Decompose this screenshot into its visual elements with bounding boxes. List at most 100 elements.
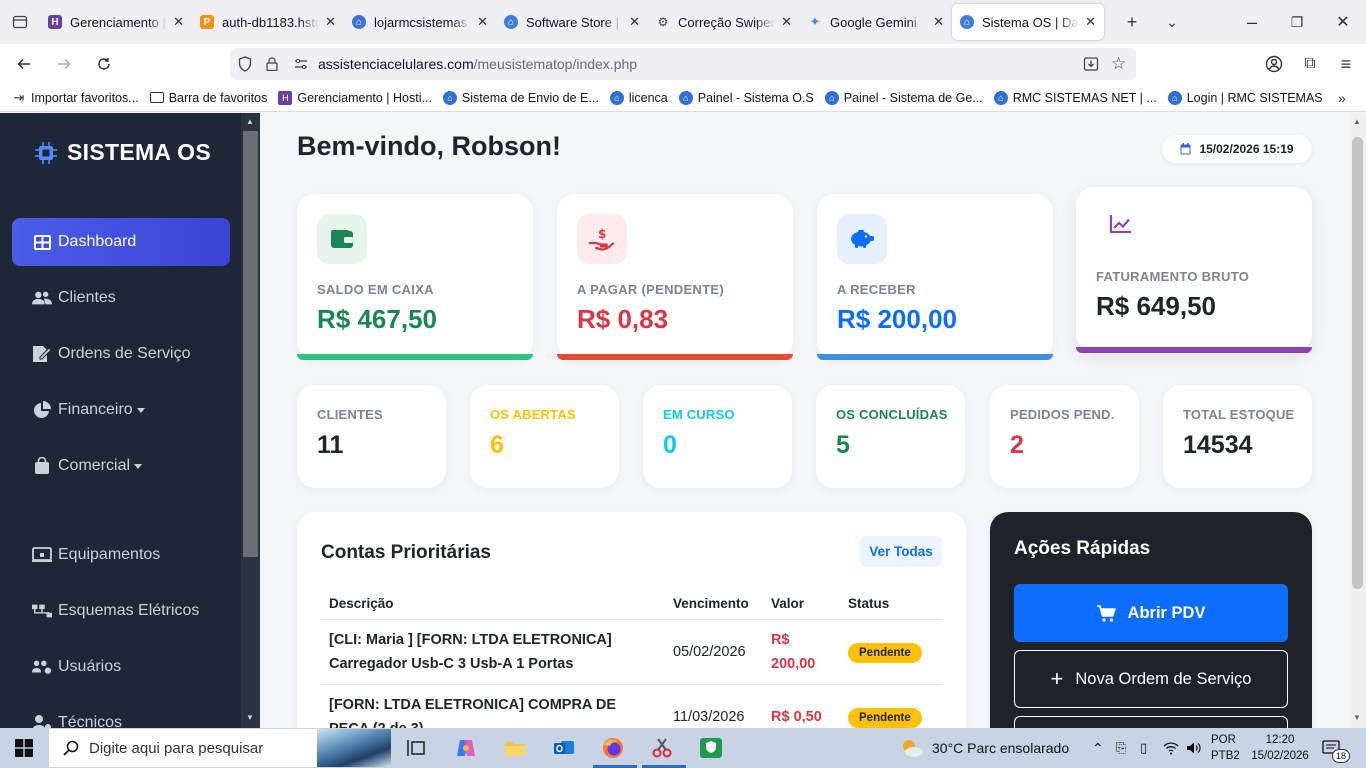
close-window-button[interactable]: ✕ (1323, 0, 1363, 44)
cart-icon (1096, 604, 1116, 622)
contas-prioritarias-card: Contas Prioritárias Ver Todas Descrição … (297, 512, 966, 728)
sidebar-item-label: Comercial (58, 457, 131, 474)
laptop-icon (32, 547, 52, 563)
sidebar-item-dashboard[interactable]: Dashboard (12, 218, 230, 266)
nova-os-button[interactable]: + Nova Ordem de Serviço (1014, 650, 1288, 708)
bookmark-item[interactable]: H Gerenciamento | Hosti... (278, 90, 432, 105)
tray-network-drive-icon[interactable]: ⎘ (1116, 728, 1126, 768)
scroll-down-icon[interactable]: ▼ (246, 713, 254, 722)
back-button[interactable] (6, 46, 42, 82)
bookmark-item[interactable]: Barra de favoritos (149, 90, 268, 105)
browser-tab[interactable]: H Gerenciamento | H ✕ (40, 4, 192, 40)
browser-tab[interactable]: ⚙ Correção Swiper I ✕ (648, 4, 800, 40)
page-scrollbar-thumb[interactable] (1352, 137, 1363, 589)
sidebar-scrollbar[interactable]: ▲ ▼ (241, 113, 260, 728)
clock-time: 12:20 (1265, 734, 1295, 746)
address-bar[interactable]: assistenciacelulares.com/meusistematop/i… (230, 48, 1136, 80)
status-badge: Pendente (848, 643, 922, 663)
sidebar-item-comercial[interactable]: Comercial (12, 442, 230, 490)
page-scroll-up-icon[interactable]: ▲ (1353, 117, 1361, 126)
bookmark-item[interactable]: ⌂ licenca (609, 90, 668, 105)
sidebar-item-clientes[interactable]: Clientes (12, 274, 230, 322)
bookmark-item[interactable]: ⌂ Login | RMC SISTEMAS (1167, 90, 1323, 105)
notification-center-icon[interactable]: 18 (1322, 728, 1351, 768)
stat-value: 2 (1010, 431, 1024, 459)
ver-todas-button[interactable]: Ver Todas (860, 536, 942, 567)
tab-list-chevron-icon[interactable]: ⌄ (1152, 0, 1192, 44)
account-icon[interactable] (1256, 46, 1292, 82)
minimize-button[interactable]: – (1232, 0, 1272, 44)
browser-tab[interactable]: ⌂ Sistema OS | Dash ✕ (952, 4, 1104, 40)
sidebar-item-usu-rios[interactable]: Usuários (12, 643, 230, 691)
browser-tab[interactable]: ✦ Google Gemini ✕ (800, 4, 952, 40)
windows-start-icon[interactable] (0, 728, 48, 768)
sidebar-item-ordens-de-servi-o[interactable]: Ordens de Serviço (12, 330, 230, 378)
bookmark-label: Painel - Sistema O.S (697, 90, 814, 105)
outlook-icon[interactable] (550, 734, 578, 762)
bookmarks-overflow-chevron-icon[interactable]: » (1338, 90, 1346, 106)
bookmark-label: Sistema de Envio de E... (461, 90, 599, 105)
tab-close-icon[interactable]: ✕ (781, 14, 792, 30)
browser-tab[interactable]: Pauth-db1183.hstg ✕ (192, 4, 344, 40)
task-view-icon[interactable] (403, 734, 431, 762)
abrir-pdv-button[interactable]: Abrir PDV (1014, 584, 1288, 642)
star-bookmark-icon[interactable]: ☆ (1111, 54, 1126, 74)
bookmark-item[interactable]: ⌂ Painel - Sistema de Ge... (824, 90, 983, 105)
sidebar-item-equipamentos[interactable]: Equipamentos (12, 531, 230, 579)
sidebar-item-t-cnicos[interactable]: Técnicos (12, 699, 230, 728)
windows-taskbar: Digite aqui para pesquisar 30°C Parc ens… (0, 728, 1366, 768)
tray-wifi-icon[interactable] (1163, 728, 1179, 768)
tab-close-icon[interactable]: ✕ (173, 14, 184, 30)
scroll-up-icon[interactable]: ▲ (246, 117, 254, 126)
app-shield-icon[interactable] (697, 734, 725, 762)
bookmark-label: Barra de favoritos (168, 90, 268, 105)
tab-close-icon[interactable]: ✕ (477, 14, 488, 30)
kpi-value: R$ 0,83 (577, 304, 669, 334)
tab-close-icon[interactable]: ✕ (325, 14, 336, 30)
save-page-icon[interactable] (1083, 56, 1099, 72)
tray-volume-icon[interactable] (1186, 728, 1202, 768)
permissions-icon[interactable] (294, 58, 310, 70)
forward-button[interactable] (46, 46, 82, 82)
home-icon: ⌂ (504, 15, 518, 29)
menu-hamburger-icon[interactable]: ≡ (1328, 46, 1364, 82)
bookmark-item[interactable]: ⇥ Importar favoritos... (12, 90, 139, 105)
snipping-tool-icon[interactable] (648, 734, 676, 762)
reload-button[interactable] (86, 46, 122, 82)
tab-close-icon[interactable]: ✕ (933, 14, 944, 30)
new-tab-button[interactable]: + (1112, 0, 1152, 44)
language-indicator[interactable]: POR PTB2 (1211, 728, 1240, 768)
h-logo: H (48, 15, 62, 29)
page-scroll-down-icon[interactable]: ▼ (1353, 713, 1361, 722)
lock-icon[interactable] (266, 57, 282, 71)
home-icon: ⌂ (1167, 90, 1182, 105)
tray-chevron-up-icon[interactable]: ⌃ (1092, 728, 1104, 768)
firefox-icon[interactable] (599, 734, 627, 762)
sidebar-item-esquemas-el-tricos[interactable]: Esquemas Elétricos (12, 587, 230, 635)
more-action-button[interactable] (1014, 716, 1288, 728)
tab-overview-icon[interactable] (0, 0, 40, 44)
browser-tab[interactable]: ⌂ lojarmcsistemas - ✕ (344, 4, 496, 40)
extensions-icon[interactable]: ⧉ (1292, 46, 1328, 82)
file-explorer-icon[interactable] (501, 734, 529, 762)
brand[interactable]: SISTEMA OS (34, 139, 211, 166)
bookmark-item[interactable]: ⌂ RMC SISTEMAS NET | ... (993, 90, 1157, 105)
sidebar-item-financeiro[interactable]: Financeiro (12, 386, 230, 434)
clock[interactable]: 12:20 15/02/2026 (1250, 728, 1310, 768)
browser-tab[interactable]: ⌂ Software Store | S ✕ (496, 4, 648, 40)
bookmark-item[interactable]: ⌂ Painel - Sistema O.S (678, 90, 814, 105)
tab-close-icon[interactable]: ✕ (1085, 14, 1096, 30)
weather-widget[interactable]: 30°C Parc ensolarado (900, 728, 1069, 768)
bookmark-item[interactable]: ⌂ Sistema de Envio de E... (442, 90, 599, 105)
sidebar-item-label: Técnicos (58, 714, 123, 728)
copilot-icon[interactable] (452, 734, 480, 762)
restore-button[interactable]: ❐ (1277, 0, 1317, 44)
tab-close-icon[interactable]: ✕ (629, 14, 640, 30)
page-scrollbar[interactable]: ▲ ▼ (1349, 113, 1366, 728)
tray-phone-icon[interactable]: ▯ (1140, 728, 1147, 768)
sidebar-scrollbar-thumb[interactable] (243, 131, 258, 557)
shield-icon[interactable] (238, 56, 256, 72)
taskbar-search-box[interactable]: Digite aqui para pesquisar (48, 728, 392, 768)
kpi-label: SALDO EM CAIXA (317, 282, 434, 297)
stat-card-em-curso: EM CURSO 0 (643, 385, 792, 488)
